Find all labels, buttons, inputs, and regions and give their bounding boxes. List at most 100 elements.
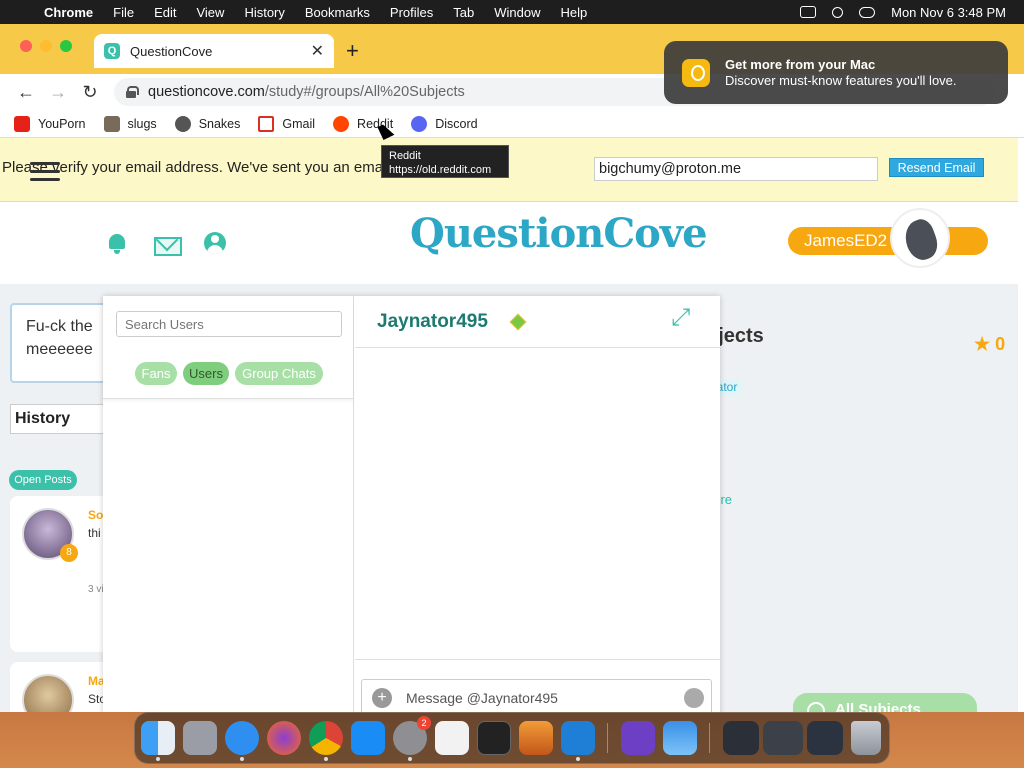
menu-help[interactable]: Help bbox=[551, 5, 598, 20]
menu-bar: Chrome File Edit View History Bookmarks … bbox=[0, 0, 1024, 24]
bookmarks-bar: YouPorn slugs Snakes Gmail Reddit Discor… bbox=[0, 110, 1024, 138]
hamburger-menu-icon[interactable] bbox=[30, 162, 60, 186]
open-posts-tab[interactable]: Open Posts bbox=[9, 470, 77, 490]
emoji-icon[interactable] bbox=[684, 688, 704, 708]
close-window-button[interactable] bbox=[20, 40, 32, 52]
chrome-icon[interactable] bbox=[309, 721, 343, 755]
post-card[interactable]: Ma Sto bbox=[10, 662, 110, 712]
email-field[interactable]: bigchumy@proton.me bbox=[594, 157, 878, 181]
bookmark-slugs[interactable]: slugs bbox=[103, 115, 157, 132]
tooltip-title: Reddit bbox=[389, 150, 421, 162]
terminal-icon[interactable] bbox=[477, 721, 511, 755]
visual-studio-icon[interactable] bbox=[621, 721, 655, 755]
chat-filters: Fans Users Group Chats bbox=[103, 296, 353, 399]
tab-questioncove[interactable]: Q QuestionCove ✕ bbox=[94, 34, 334, 68]
menu-window[interactable]: Window bbox=[484, 5, 550, 20]
search-users-input[interactable] bbox=[116, 311, 342, 337]
dolphin-avatar[interactable] bbox=[890, 208, 950, 268]
menu-tab[interactable]: Tab bbox=[443, 5, 484, 20]
notification-bell-icon[interactable] bbox=[106, 232, 128, 254]
bookmark-label: slugs bbox=[127, 116, 157, 131]
garageband-icon[interactable] bbox=[519, 721, 553, 755]
dock-running-indicator bbox=[408, 757, 412, 761]
screen-mirroring-icon[interactable] bbox=[800, 6, 817, 18]
filter-users[interactable]: Users bbox=[183, 362, 229, 385]
web-page: Please verify your email address. We've … bbox=[0, 138, 1024, 712]
message-placeholder: Message @Jaynator495 bbox=[406, 690, 558, 706]
user-menu-button[interactable]: JamesED2 bbox=[788, 227, 988, 255]
notification-title: Get more from your Mac bbox=[725, 57, 876, 72]
bookmark-label: YouPorn bbox=[38, 116, 86, 131]
diamond-badge-icon bbox=[509, 313, 527, 331]
profile-icon[interactable] bbox=[204, 232, 226, 254]
notification-count-badge: 2 bbox=[417, 716, 431, 730]
all-subjects-chat-tab[interactable]: All Subjects bbox=[793, 693, 977, 712]
vscode-icon[interactable] bbox=[561, 721, 595, 755]
chat-user-list: Fans Users Group Chats bbox=[103, 296, 354, 712]
bookmark-snakes[interactable]: Snakes bbox=[174, 115, 241, 132]
new-tab-icon[interactable]: + bbox=[346, 38, 359, 64]
chat-panel: Fans Users Group Chats Jaynator495 ⤢ + M… bbox=[103, 296, 720, 712]
menu-history[interactable]: History bbox=[234, 5, 294, 20]
star-icon: ★ bbox=[974, 334, 991, 354]
textedit-icon[interactable] bbox=[435, 721, 469, 755]
menu-clock[interactable]: Mon Nov 6 3:48 PM bbox=[891, 5, 1006, 20]
reload-icon[interactable]: ↻ bbox=[74, 82, 106, 103]
minimized-window-thumbnail[interactable] bbox=[807, 721, 843, 755]
filter-fans[interactable]: Fans bbox=[135, 362, 177, 385]
bookmark-tooltip: Reddit https://old.reddit.com bbox=[381, 145, 509, 178]
lock-icon[interactable] bbox=[126, 86, 139, 98]
menu-app-name[interactable]: Chrome bbox=[34, 5, 103, 20]
menu-bookmarks[interactable]: Bookmarks bbox=[295, 5, 380, 20]
youtube-play-icon bbox=[14, 115, 30, 132]
bookmark-label: Snakes bbox=[198, 116, 241, 131]
dock-running-indicator bbox=[156, 757, 160, 761]
control-center-icon[interactable] bbox=[859, 6, 876, 18]
system-notification[interactable]: Get more from your Mac Discover must-kno… bbox=[664, 41, 1008, 104]
app-store-icon[interactable] bbox=[351, 721, 385, 755]
message-input[interactable]: + Message @Jaynator495 bbox=[361, 679, 712, 712]
bookmark-gmail[interactable]: Gmail bbox=[258, 115, 315, 132]
post-views: 3 vi bbox=[88, 584, 104, 595]
resend-email-button[interactable]: Resend Email bbox=[889, 158, 984, 177]
minimize-window-button[interactable] bbox=[40, 40, 52, 52]
close-tab-icon[interactable]: ✕ bbox=[311, 41, 324, 61]
all-subjects-label: All Subjects bbox=[835, 701, 921, 712]
menu-profiles[interactable]: Profiles bbox=[380, 5, 443, 20]
weather-icon[interactable] bbox=[663, 721, 697, 755]
bookmark-youporn[interactable]: YouPorn bbox=[14, 115, 86, 132]
dock-separator bbox=[709, 723, 710, 753]
bookmark-discord[interactable]: Discord bbox=[411, 115, 478, 132]
chat-recipient-name[interactable]: Jaynator495 bbox=[377, 311, 488, 333]
mail-icon[interactable] bbox=[154, 232, 182, 256]
reddit-icon bbox=[333, 115, 350, 132]
minimized-window-thumbnail[interactable] bbox=[763, 721, 803, 755]
globe-icon bbox=[174, 115, 191, 132]
history-heading[interactable]: History bbox=[10, 404, 110, 434]
site-logo[interactable]: QuestionCove bbox=[410, 210, 708, 257]
url-path: /study#/groups/All%20Subjects bbox=[264, 84, 465, 100]
spotlight-search-icon[interactable] bbox=[832, 6, 844, 18]
safari-icon[interactable] bbox=[225, 721, 259, 755]
finder-icon[interactable] bbox=[141, 721, 175, 755]
trash-icon[interactable] bbox=[851, 721, 881, 755]
back-arrow-icon[interactable]: ← bbox=[10, 82, 42, 103]
minimized-window-thumbnail[interactable] bbox=[723, 721, 759, 755]
launchpad-icon[interactable] bbox=[183, 721, 217, 755]
window-controls bbox=[20, 40, 72, 52]
menu-view[interactable]: View bbox=[186, 5, 234, 20]
tooltip-url: https://old.reddit.com bbox=[389, 164, 492, 176]
firefox-icon[interactable] bbox=[267, 721, 301, 755]
menu-file[interactable]: File bbox=[103, 5, 144, 20]
filter-group-chats[interactable]: Group Chats bbox=[235, 362, 323, 385]
questioncove-favicon-icon: Q bbox=[104, 43, 120, 59]
dock-separator bbox=[607, 723, 608, 753]
expand-icon[interactable]: ⤢ bbox=[671, 304, 690, 332]
avatar bbox=[22, 674, 74, 712]
forward-arrow-icon[interactable]: → bbox=[42, 82, 74, 103]
post-card[interactable]: 8 So thi 3 vi bbox=[10, 496, 110, 652]
menu-edit[interactable]: Edit bbox=[144, 5, 186, 20]
add-attachment-icon[interactable]: + bbox=[372, 688, 392, 708]
zoom-window-button[interactable] bbox=[60, 40, 72, 52]
post-composer[interactable]: Fu-ck the meeeeee bbox=[10, 303, 110, 383]
